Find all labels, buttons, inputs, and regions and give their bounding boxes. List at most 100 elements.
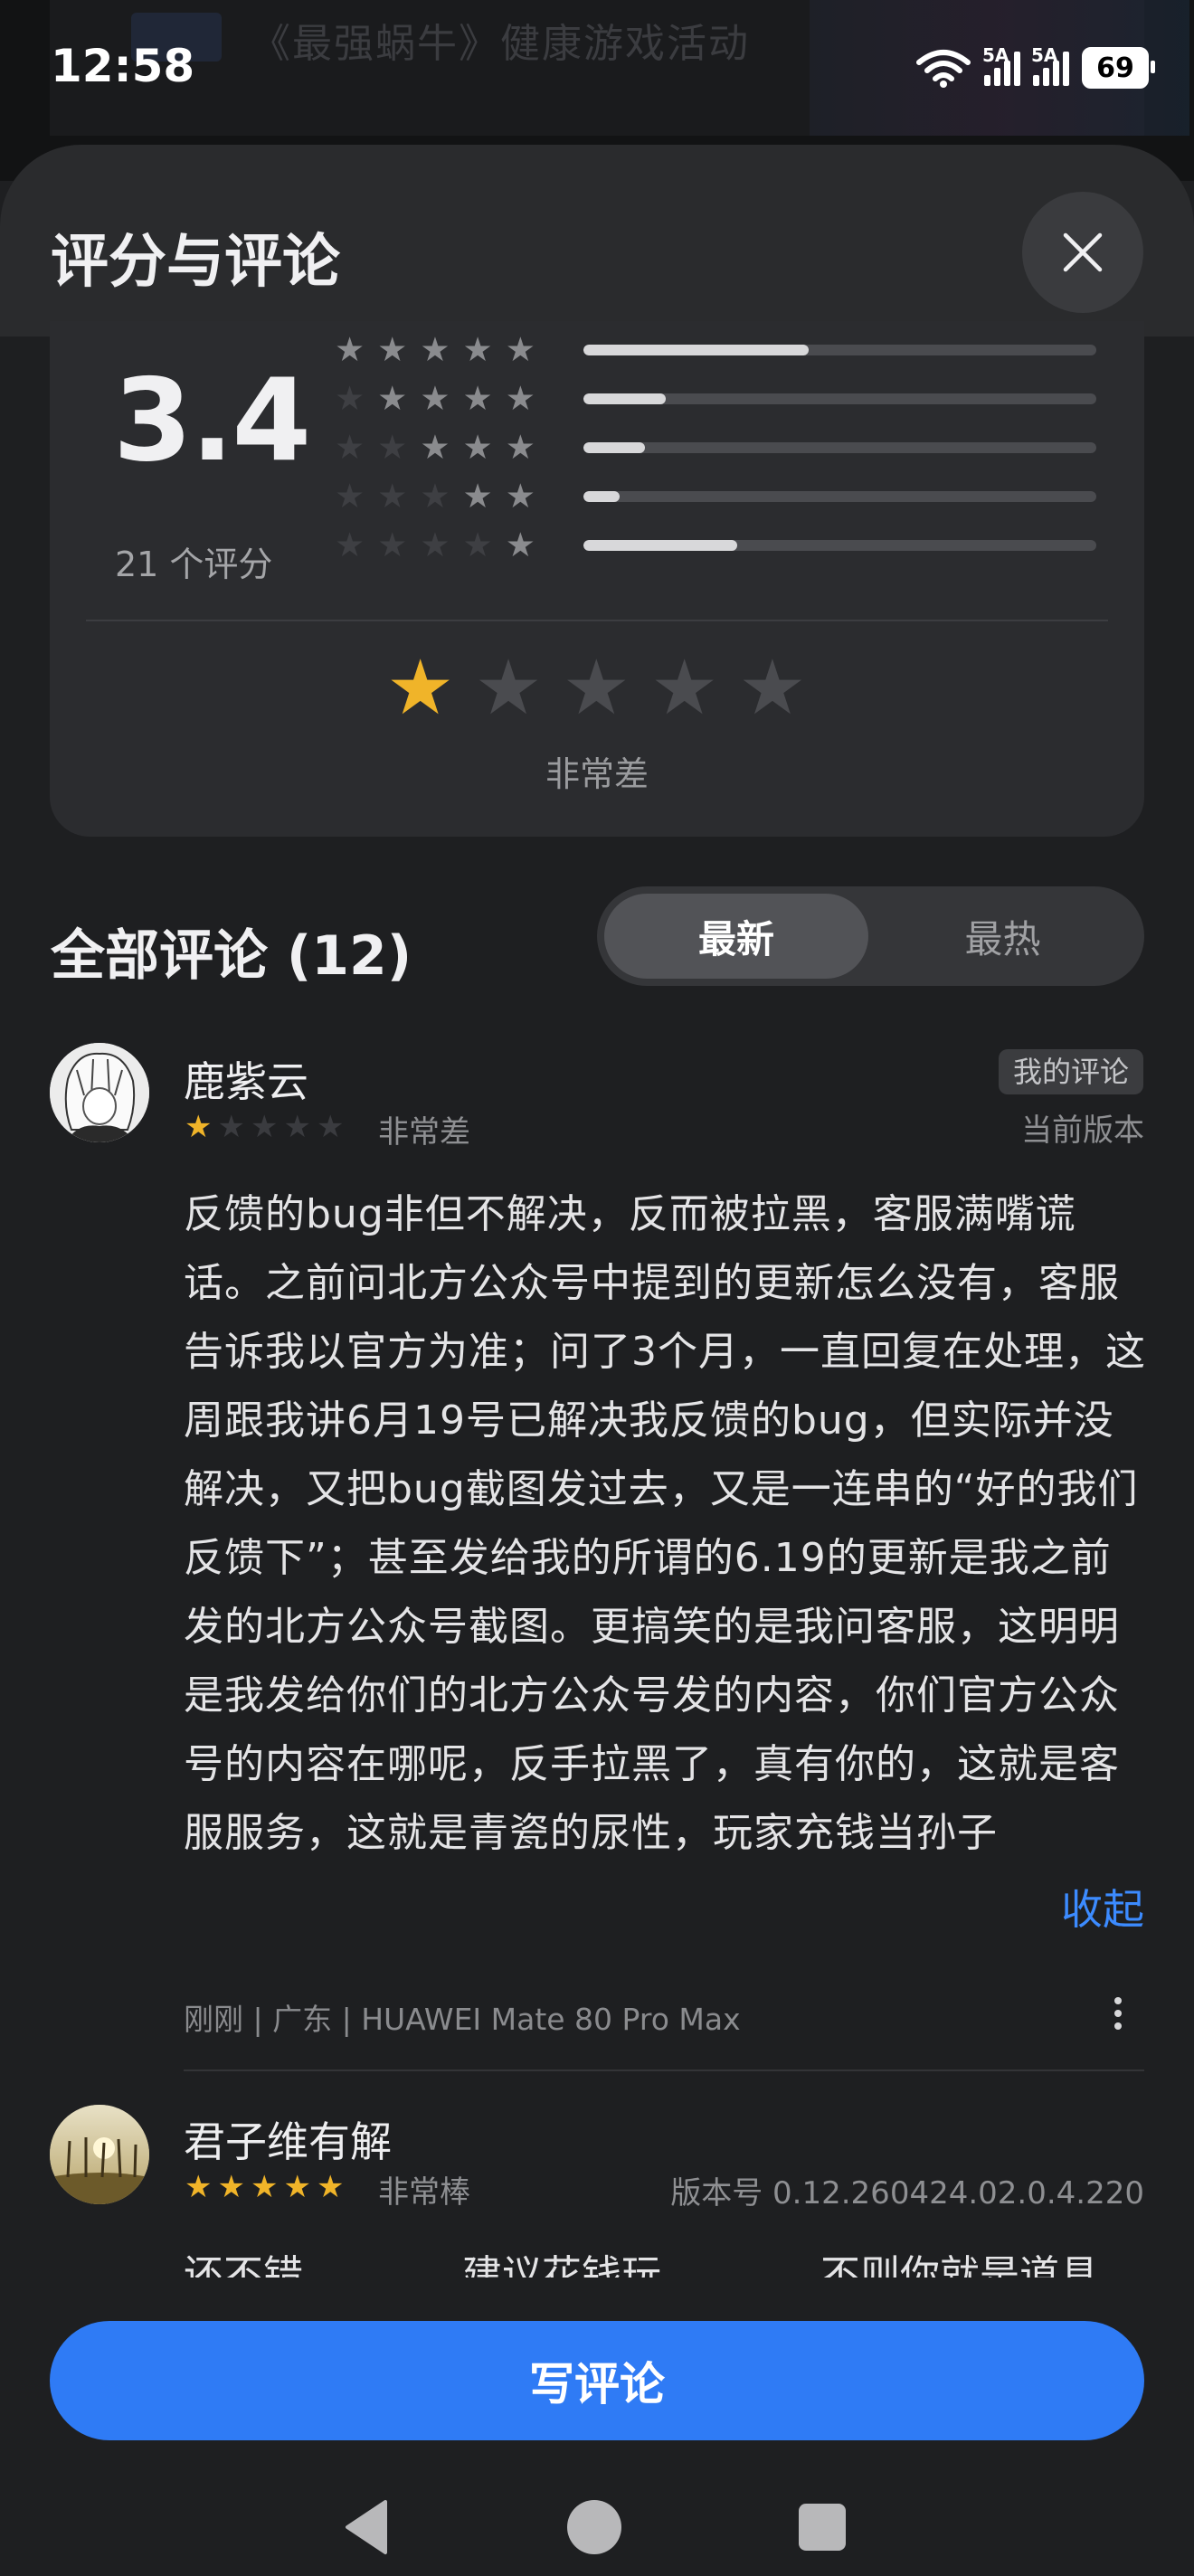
distribution-bar [583, 345, 1096, 355]
distribution-bar [583, 540, 1096, 551]
star-icon: ★ [335, 526, 365, 564]
distribution-stars: ★ ★ ★ ★ ★ [335, 332, 574, 368]
rate-star-icon[interactable]: ★ [386, 647, 454, 728]
star-icon: ★ [462, 477, 493, 516]
card-divider [86, 620, 1108, 621]
star-icon: ★ [335, 379, 365, 418]
close-icon [1063, 232, 1103, 272]
back-icon[interactable] [342, 2498, 391, 2556]
avatar[interactable] [50, 1043, 149, 1142]
distribution-row: ★ ★ ★ ★ ★ [335, 381, 1096, 417]
star-icon: ★ [462, 379, 493, 418]
distribution-bar [583, 491, 1096, 502]
star-icon: ★ [217, 1109, 245, 1145]
close-button[interactable] [1022, 192, 1143, 313]
rate-star-icon[interactable]: ★ [650, 647, 718, 728]
avatar-image [50, 2105, 149, 2204]
avatar-image [50, 1043, 149, 1142]
background-title: 《最强蜗牛》健康游戏活动 [251, 21, 750, 67]
star-icon: ★ [505, 379, 535, 418]
star-icon: ★ [185, 2169, 213, 2205]
comment-author: 君子维有解 [184, 2117, 392, 2166]
write-comment-button[interactable]: 写评论 [50, 2321, 1144, 2440]
rating-count: 21 个评分 [115, 545, 273, 584]
star-icon: ★ [185, 1109, 213, 1145]
my-rating-stars[interactable]: ★ ★ ★ ★ ★ [386, 647, 807, 728]
distribution-bar-fill [583, 491, 620, 502]
comment-stars: ★ ★ ★ ★ ★ [185, 1111, 344, 1143]
rate-star-icon[interactable]: ★ [474, 647, 542, 728]
distribution-bar-fill [583, 540, 738, 551]
distribution-bar [583, 442, 1096, 453]
comment-version: 版本号 0.12.260424.02.0.4.220 [670, 2175, 1144, 2211]
comment-version: 当前版本 [1021, 1113, 1144, 1149]
distribution-stars: ★ ★ ★ ★ ★ [335, 381, 574, 417]
star-icon: ★ [505, 428, 535, 467]
average-score: 3.4 [113, 354, 311, 487]
star-icon: ★ [505, 330, 535, 369]
home-icon[interactable] [567, 2500, 621, 2554]
rate-star-icon[interactable]: ★ [738, 647, 806, 728]
star-icon: ★ [335, 330, 365, 369]
star-icon: ★ [420, 379, 450, 418]
star-icon: ★ [420, 428, 450, 467]
comment-body: 还不错 建议花钱玩 不则你就是道具 [184, 2252, 1099, 2278]
star-icon: ★ [316, 1109, 345, 1145]
signal-strength-icon-2: 5A [1031, 44, 1069, 86]
comment-divider [184, 2069, 1144, 2071]
tab-latest[interactable]: 最新 [604, 894, 868, 979]
star-icon: ★ [377, 428, 408, 467]
star-icon: ★ [377, 477, 408, 516]
signal-strength-icon: 5A [982, 44, 1020, 86]
sheet-title: 评分与评论 [51, 229, 340, 296]
comment-author: 鹿紫云 [184, 1057, 308, 1106]
star-icon: ★ [283, 2169, 311, 2205]
recent-apps-icon[interactable] [799, 2504, 846, 2551]
distribution-bar-fill [583, 393, 666, 404]
star-icon: ★ [462, 428, 493, 467]
star-icon: ★ [505, 477, 535, 516]
more-options-icon[interactable] [1114, 1992, 1123, 2035]
battery-icon: 69 [1082, 47, 1155, 89]
distribution-bar [583, 393, 1096, 404]
distribution-bar-fill [583, 442, 646, 453]
comments-title: 全部评论 (12) [51, 924, 412, 988]
distribution-row: ★ ★ ★ ★ ★ [335, 527, 1096, 564]
star-icon: ★ [462, 330, 493, 369]
star-icon: ★ [335, 428, 365, 467]
distribution-stars: ★ ★ ★ ★ ★ [335, 478, 574, 515]
rate-star-icon[interactable]: ★ [563, 647, 630, 728]
status-icons: 5A 5A 69 [915, 44, 1155, 89]
star-icon: ★ [335, 477, 365, 516]
star-icon: ★ [377, 379, 408, 418]
wifi-icon [916, 50, 971, 88]
rating-summary-card: 3.4 21 个评分 ★ ★ ★ ★ ★ ★ ★ ★ ★ ★ ★ ★ ★ ★ ★ ★ ★ ★ ★ ★ ★ ★ ★ ★ ★ ★ ★ ★… [50, 321, 1144, 837]
star-icon: ★ [462, 526, 493, 564]
sheet-header: 评分与评论 [0, 145, 1194, 336]
sort-toggle: 最新 最热 [597, 886, 1144, 986]
avatar[interactable] [50, 2105, 149, 2204]
star-icon: ★ [250, 1109, 279, 1145]
tab-hottest[interactable]: 最热 [868, 894, 1137, 979]
my-rating-label: 非常差 [545, 754, 649, 794]
comment-meta: 刚刚 | 广东 | HUAWEI Mate 80 Pro Max [184, 2002, 741, 2037]
distribution-row: ★ ★ ★ ★ ★ [335, 430, 1096, 466]
comment-rating-label: 非常棒 [378, 2174, 470, 2211]
distribution-stars: ★ ★ ★ ★ ★ [335, 527, 574, 564]
star-icon: ★ [217, 2169, 245, 2205]
status-time: 12:58 [51, 40, 195, 92]
my-comment-badge: 我的评论 [999, 1049, 1144, 1094]
star-icon: ★ [250, 2169, 279, 2205]
star-icon: ★ [316, 2169, 345, 2205]
distribution-bar-fill [583, 345, 810, 355]
star-icon: ★ [420, 477, 450, 516]
distribution-row: ★ ★ ★ ★ ★ [335, 332, 1096, 368]
comment-rating-label: 非常差 [378, 1114, 470, 1151]
star-icon: ★ [283, 1109, 311, 1145]
collapse-link[interactable]: 收起 [1061, 1877, 1144, 1937]
distribution-stars: ★ ★ ★ ★ ★ [335, 430, 574, 466]
star-icon: ★ [377, 330, 408, 369]
star-icon: ★ [420, 330, 450, 369]
comment-stars: ★ ★ ★ ★ ★ [185, 2171, 344, 2203]
distribution-row: ★ ★ ★ ★ ★ [335, 478, 1096, 515]
